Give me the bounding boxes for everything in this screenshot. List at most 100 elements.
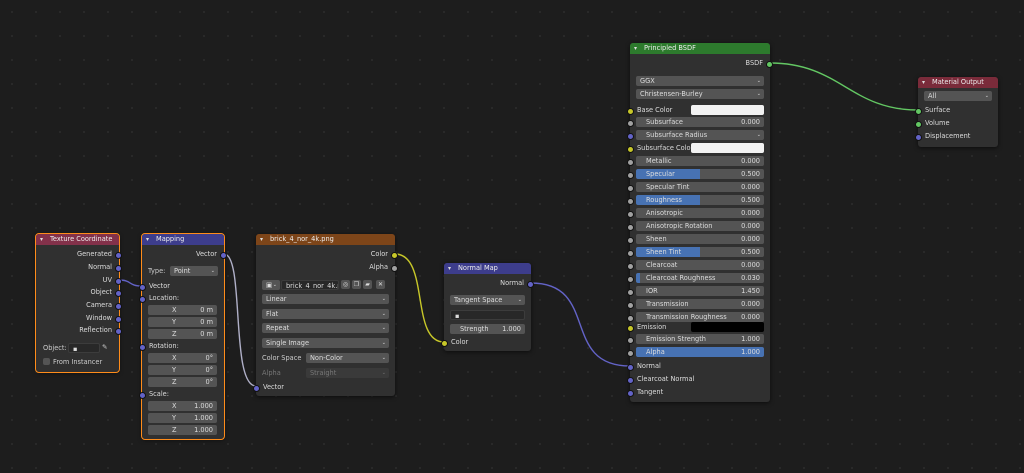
socket-icon[interactable] — [766, 60, 773, 68]
subsurface-radius-dropdown[interactable]: Subsurface Radius ⌄ — [636, 130, 764, 140]
color-space-dropdown[interactable]: Non-Color ⌄ — [306, 353, 389, 363]
socket-icon[interactable] — [627, 301, 634, 309]
rotation-x[interactable]: X 0° — [148, 353, 217, 363]
clearcoat-slider[interactable]: Clearcoat 0.000 — [636, 260, 764, 270]
socket-icon[interactable] — [441, 339, 448, 347]
socket-icon[interactable] — [115, 302, 122, 310]
subsurface-slider[interactable]: Subsurface 0.000 — [636, 117, 764, 127]
socket-icon[interactable] — [220, 251, 227, 259]
collapse-icon[interactable]: ▾ — [922, 77, 925, 88]
anisotropic-slider[interactable]: Anisotropic 0.000 — [636, 208, 764, 218]
folder-icon[interactable]: ▰ — [363, 280, 372, 289]
collapse-icon[interactable]: ▾ — [146, 234, 149, 245]
socket-icon[interactable] — [391, 251, 398, 259]
socket-icon[interactable] — [627, 389, 634, 397]
socket-icon[interactable] — [527, 280, 534, 288]
fake-user-icon[interactable]: ◎ — [341, 280, 350, 289]
socket-icon[interactable] — [627, 249, 634, 257]
socket-icon[interactable] — [627, 107, 634, 115]
socket-icon[interactable] — [391, 264, 398, 272]
alpha-slider[interactable]: Alpha 1.000 — [636, 347, 764, 357]
socket-icon[interactable] — [115, 251, 122, 259]
specular-tint-slider[interactable]: Specular Tint 0.000 — [636, 182, 764, 192]
from-instancer-checkbox[interactable] — [43, 358, 50, 365]
socket-icon[interactable] — [115, 315, 122, 323]
socket-icon[interactable] — [627, 324, 634, 332]
collapse-icon[interactable]: ▾ — [448, 263, 451, 274]
socket-icon[interactable] — [627, 349, 634, 357]
specular-slider[interactable]: Specular 0.500 — [636, 169, 764, 179]
principled-bsdf-header[interactable]: ▾ Principled BSDF — [630, 43, 770, 54]
scale-z[interactable]: Z 1.000 — [148, 425, 217, 435]
emission-strength-slider[interactable]: Emission Strength 1.000 — [636, 334, 764, 344]
socket-icon[interactable] — [139, 283, 146, 291]
scale-x[interactable]: X 1.000 — [148, 401, 217, 411]
mapping-node[interactable]: ▾ Mapping Vector Type: Point ⌄ Vector Loca… — [139, 233, 227, 440]
texture-coordinate-header[interactable]: ▾ Texture Coordinate — [36, 234, 119, 245]
socket-icon[interactable] — [627, 275, 634, 283]
socket-icon[interactable] — [627, 171, 634, 179]
socket-icon[interactable] — [115, 327, 122, 335]
source-dropdown[interactable]: Single Image ⌄ — [262, 338, 389, 348]
socket-icon[interactable] — [115, 289, 122, 297]
socket-icon[interactable] — [253, 384, 260, 392]
socket-icon[interactable] — [139, 343, 146, 351]
subsurface-method-dropdown[interactable]: Christensen-Burley ⌄ — [636, 89, 764, 99]
socket-icon[interactable] — [915, 133, 922, 141]
eyedropper-icon[interactable]: ✎ — [102, 343, 108, 351]
emission-color-swatch[interactable] — [691, 322, 764, 332]
socket-icon[interactable] — [627, 363, 634, 371]
rotation-z[interactable]: Z 0° — [148, 377, 217, 387]
location-x[interactable]: X 0 m — [148, 305, 217, 315]
image-texture-header[interactable]: ▾ brick_4_nor_4k.png — [256, 234, 395, 245]
mapping-header[interactable]: ▾ Mapping — [142, 234, 224, 245]
subsurface-color-swatch[interactable] — [691, 143, 764, 153]
texture-coordinate-node[interactable]: ▾ Texture Coordinate Generated Normal UV … — [35, 233, 122, 373]
anisotropic-rotation-slider[interactable]: Anisotropic Rotation 0.000 — [636, 221, 764, 231]
image-filename-field[interactable]: brick_4_nor_4k.png — [281, 280, 339, 290]
extension-dropdown[interactable]: Repeat ⌄ — [262, 323, 389, 333]
distribution-dropdown[interactable]: GGX ⌄ — [636, 76, 764, 86]
socket-icon[interactable] — [627, 184, 634, 192]
rotation-y[interactable]: Y 0° — [148, 365, 217, 375]
sheen-tint-slider[interactable]: Sheen Tint 0.500 — [636, 247, 764, 257]
socket-icon[interactable] — [627, 236, 634, 244]
socket-icon[interactable] — [627, 158, 634, 166]
socket-icon[interactable] — [627, 376, 634, 384]
projection-dropdown[interactable]: Flat ⌄ — [262, 309, 389, 319]
socket-icon[interactable] — [915, 120, 922, 128]
close-icon[interactable]: ✕ — [376, 280, 385, 289]
socket-icon[interactable] — [915, 107, 922, 115]
socket-icon[interactable] — [627, 262, 634, 270]
socket-icon[interactable] — [139, 391, 146, 399]
strength-field[interactable]: Strength 1.000 — [450, 324, 525, 334]
collapse-icon[interactable]: ▾ — [634, 43, 637, 54]
duplicate-icon[interactable]: ❐ — [352, 280, 361, 289]
metallic-slider[interactable]: Metallic 0.000 — [636, 156, 764, 166]
socket-icon[interactable] — [627, 336, 634, 344]
socket-icon[interactable] — [627, 197, 634, 205]
collapse-icon[interactable]: ▾ — [260, 234, 263, 245]
transmission-slider[interactable]: Transmission 0.000 — [636, 299, 764, 309]
type-dropdown[interactable]: Point ⌄ — [170, 266, 218, 276]
roughness-slider[interactable]: Roughness 0.500 — [636, 195, 764, 205]
target-dropdown[interactable]: All ⌄ — [924, 91, 992, 101]
image-texture-node[interactable]: ▾ brick_4_nor_4k.png Color Alpha ▣ ⌄ brick… — [253, 234, 398, 396]
collapse-icon[interactable]: ▾ — [40, 234, 43, 245]
interpolation-dropdown[interactable]: Linear ⌄ — [262, 294, 389, 304]
socket-icon[interactable] — [627, 210, 634, 218]
socket-icon[interactable] — [627, 119, 634, 127]
normal-map-header[interactable]: ▾ Normal Map — [444, 263, 531, 274]
clearcoat-roughness-slider[interactable]: Clearcoat Roughness 0.030 — [636, 273, 764, 283]
object-field[interactable]: ▪ — [68, 343, 100, 353]
transmission-roughness-slider[interactable]: Transmission Roughness 0.000 — [636, 312, 764, 322]
socket-icon[interactable] — [627, 314, 634, 322]
image-browse-button[interactable]: ▣ ⌄ — [262, 280, 280, 290]
socket-icon[interactable] — [627, 288, 634, 296]
base-color-swatch[interactable] — [691, 105, 764, 115]
socket-icon[interactable] — [627, 223, 634, 231]
space-dropdown[interactable]: Tangent Space ⌄ — [450, 295, 525, 305]
principled-bsdf-node[interactable]: ▾ Principled BSDF BSDF GGX ⌄ Christensen-B… — [627, 43, 773, 402]
ior-slider[interactable]: IOR 1.450 — [636, 286, 764, 296]
socket-icon[interactable] — [115, 277, 122, 285]
